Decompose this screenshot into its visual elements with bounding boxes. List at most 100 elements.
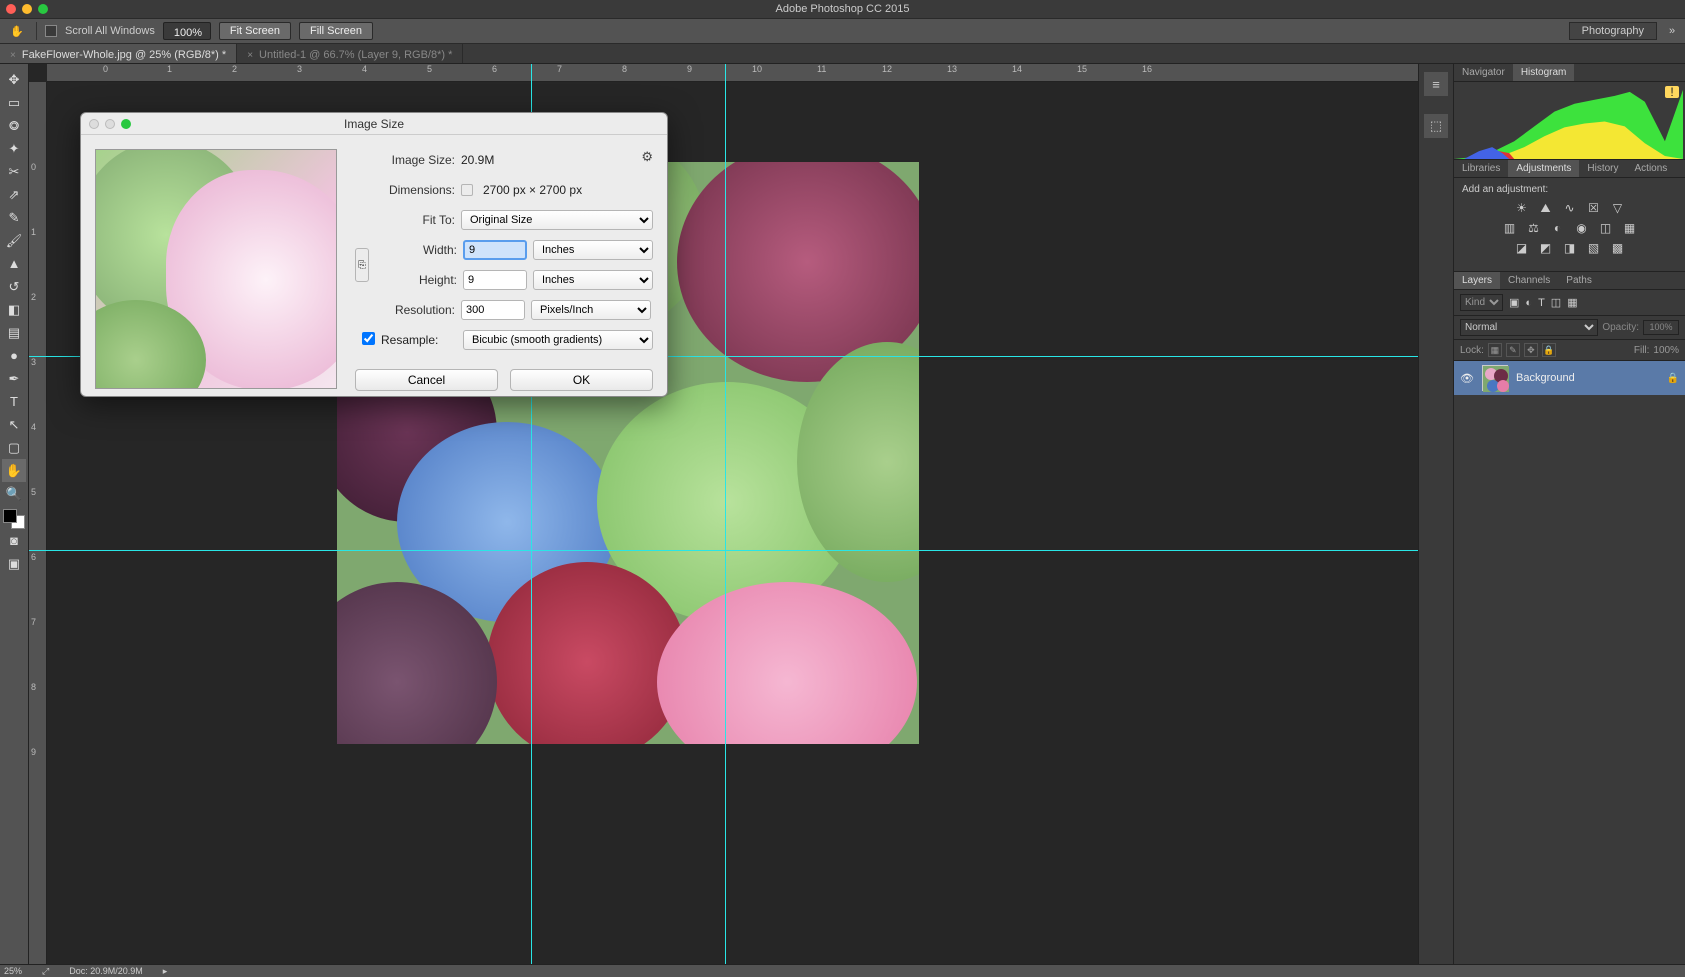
tab-navigator[interactable]: Navigator: [1454, 64, 1513, 81]
exposure-icon[interactable]: ☒: [1586, 201, 1602, 215]
crop-tool-icon[interactable]: ✂: [2, 160, 26, 183]
shape-tool-icon[interactable]: ▢: [2, 436, 26, 459]
history-brush-tool-icon[interactable]: ↺: [2, 275, 26, 298]
fill-value[interactable]: 100%: [1653, 345, 1679, 356]
selectivecolor-icon[interactable]: ▩: [1610, 241, 1626, 255]
lock-transparency-icon[interactable]: ▦: [1488, 343, 1502, 357]
histogram-warning-icon[interactable]: !: [1665, 86, 1679, 98]
marquee-tool-icon[interactable]: ▭: [2, 91, 26, 114]
visibility-icon[interactable]: 👁: [1460, 372, 1474, 385]
posterize-icon[interactable]: ◩: [1538, 241, 1554, 255]
tab-libraries[interactable]: Libraries: [1454, 160, 1508, 177]
eraser-tool-icon[interactable]: ◧: [2, 298, 26, 321]
status-zoom[interactable]: 25%: [4, 966, 22, 976]
status-doc-info[interactable]: Doc: 20.9M/20.9M: [69, 966, 143, 976]
tab-histogram[interactable]: Histogram: [1513, 64, 1575, 81]
layer-kind-filter[interactable]: Kind: [1460, 294, 1503, 311]
threshold-icon[interactable]: ◨: [1562, 241, 1578, 255]
healing-brush-tool-icon[interactable]: ✎: [2, 206, 26, 229]
workspace-switcher[interactable]: Photography: [1569, 22, 1657, 40]
document-tab[interactable]: × Untitled-1 @ 66.7% (Layer 9, RGB/8*) *: [237, 44, 463, 63]
lock-all-icon[interactable]: 🔒: [1542, 343, 1556, 357]
cancel-button[interactable]: Cancel: [355, 369, 498, 391]
dialog-close-button[interactable]: [89, 119, 99, 129]
blend-mode-select[interactable]: Normal: [1460, 319, 1598, 336]
constrain-proportions-icon[interactable]: ⎘: [355, 248, 369, 282]
gear-icon[interactable]: ⚙: [641, 149, 653, 165]
invert-icon[interactable]: ◪: [1514, 241, 1530, 255]
path-select-tool-icon[interactable]: ↖: [2, 413, 26, 436]
tab-paths[interactable]: Paths: [1558, 272, 1600, 289]
fit-screen-button[interactable]: Fit Screen: [219, 22, 291, 40]
dialog-preview[interactable]: [95, 149, 337, 389]
status-expand-icon[interactable]: ⤢: [42, 966, 49, 977]
color-swatches[interactable]: [3, 509, 25, 529]
hand-tool-icon[interactable]: ✋: [2, 459, 26, 482]
dodge-tool-icon[interactable]: ●: [2, 344, 26, 367]
search-icon[interactable]: »: [1665, 25, 1679, 37]
close-window-button[interactable]: [6, 4, 16, 14]
zoom-value-field[interactable]: 100%: [163, 22, 211, 40]
filter-shape-icon[interactable]: ◫: [1551, 296, 1561, 309]
filter-smart-icon[interactable]: ▦: [1567, 296, 1577, 309]
lasso-tool-icon[interactable]: ⭗: [2, 114, 26, 137]
dialog-zoom-button[interactable]: [121, 119, 131, 129]
channelmixer-icon[interactable]: ◫: [1598, 221, 1614, 235]
fit-to-select[interactable]: Original Size: [461, 210, 653, 230]
fill-screen-button[interactable]: Fill Screen: [299, 22, 373, 40]
resample-select[interactable]: Bicubic (smooth gradients): [463, 330, 653, 350]
width-input[interactable]: [463, 240, 527, 260]
quickmask-icon[interactable]: ◙: [2, 529, 26, 552]
move-tool-icon[interactable]: ✥: [2, 68, 26, 91]
magic-wand-tool-icon[interactable]: ✦: [2, 137, 26, 160]
minimize-window-button[interactable]: [22, 4, 32, 14]
hand-tool-icon[interactable]: ✋: [6, 20, 28, 42]
type-tool-icon[interactable]: T: [2, 390, 26, 413]
height-input[interactable]: [463, 270, 527, 290]
filter-adjust-icon[interactable]: ◐: [1525, 297, 1532, 309]
tab-history[interactable]: History: [1579, 160, 1626, 177]
hue-icon[interactable]: ▥: [1502, 221, 1518, 235]
eyedropper-tool-icon[interactable]: ⇗: [2, 183, 26, 206]
clone-stamp-tool-icon[interactable]: ▲: [2, 252, 26, 275]
height-unit-select[interactable]: Inches: [533, 270, 653, 290]
ruler-vertical[interactable]: 0 1 2 3 4 5 6 7 8 9: [29, 82, 47, 964]
close-tab-icon[interactable]: ×: [247, 50, 253, 61]
filter-type-icon[interactable]: T: [1538, 297, 1545, 309]
screenmode-icon[interactable]: ▣: [2, 552, 26, 575]
tab-actions[interactable]: Actions: [1627, 160, 1676, 177]
colorbalance-icon[interactable]: ⚖: [1526, 221, 1542, 235]
panel-icon[interactable]: ⬚: [1424, 114, 1448, 138]
guide-vertical[interactable]: [725, 64, 726, 964]
opacity-value[interactable]: 100%: [1643, 320, 1679, 335]
scroll-all-checkbox[interactable]: [45, 25, 57, 37]
pen-tool-icon[interactable]: ✒: [2, 367, 26, 390]
levels-icon[interactable]: ⛰: [1538, 201, 1554, 215]
brightness-icon[interactable]: ☀: [1514, 201, 1530, 215]
document-tab[interactable]: × FakeFlower-Whole.jpg @ 25% (RGB/8*) *: [0, 44, 237, 63]
width-unit-select[interactable]: Inches: [533, 240, 653, 260]
curves-icon[interactable]: ∿: [1562, 201, 1578, 215]
ruler-horizontal[interactable]: 0 1 2 3 4 5 6 7 8 9 10 11 12 13 14 15 16: [47, 64, 1418, 82]
vibrance-icon[interactable]: ▽: [1610, 201, 1626, 215]
zoom-tool-icon[interactable]: 🔍: [2, 482, 26, 505]
brush-tool-icon[interactable]: 🖌: [2, 229, 26, 252]
ok-button[interactable]: OK: [510, 369, 653, 391]
resolution-unit-select[interactable]: Pixels/Inch: [531, 300, 651, 320]
resample-checkbox[interactable]: [362, 332, 375, 345]
colorlookup-icon[interactable]: ▦: [1622, 221, 1638, 235]
guide-horizontal[interactable]: [29, 550, 1418, 551]
tab-adjustments[interactable]: Adjustments: [1508, 160, 1579, 177]
zoom-window-button[interactable]: [38, 4, 48, 14]
filter-pixel-icon[interactable]: ▣: [1509, 296, 1519, 309]
close-tab-icon[interactable]: ×: [10, 50, 16, 61]
photofilter-icon[interactable]: ◉: [1574, 221, 1590, 235]
tab-channels[interactable]: Channels: [1500, 272, 1558, 289]
gradient-tool-icon[interactable]: ▤: [2, 321, 26, 344]
lock-pixels-icon[interactable]: ✎: [1506, 343, 1520, 357]
dimensions-unit-toggle[interactable]: [461, 184, 473, 196]
bw-icon[interactable]: ◐: [1550, 221, 1566, 235]
panel-icon[interactable]: ≡: [1424, 72, 1448, 96]
gradientmap-icon[interactable]: ▧: [1586, 241, 1602, 255]
tab-layers[interactable]: Layers: [1454, 272, 1500, 289]
